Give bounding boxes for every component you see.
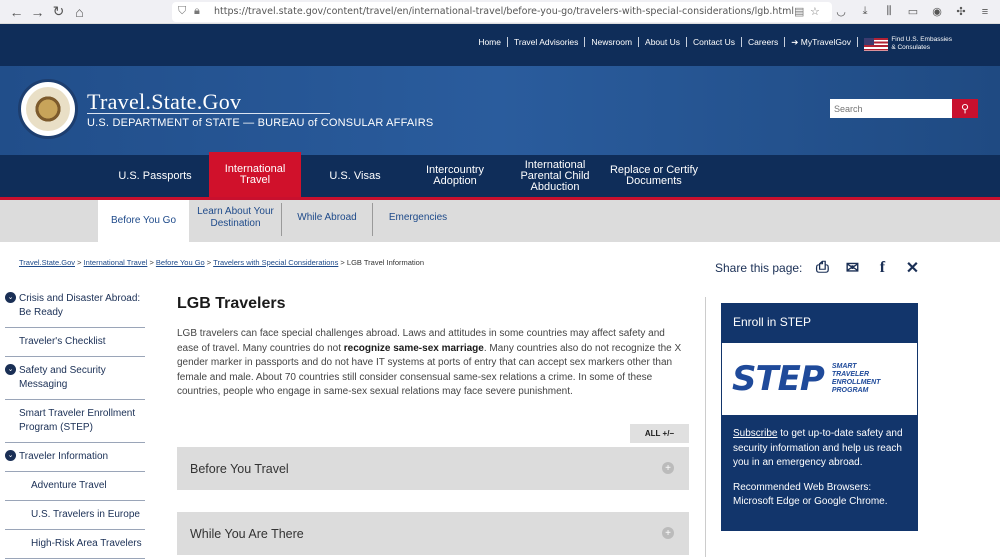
- us-flag-icon[interactable]: [864, 38, 888, 51]
- main-nav: U.S. Passports International Travel U.S.…: [0, 152, 1000, 197]
- sidebar-item-step[interactable]: Smart Traveler Enrollment Program (STEP): [5, 400, 145, 443]
- x-twitter-icon[interactable]: ✕: [902, 259, 922, 277]
- sidebar-item-high-risk-area[interactable]: High-Risk Area Travelers: [5, 530, 145, 559]
- sidebar-toggle-icon[interactable]: ▭: [904, 3, 922, 21]
- sidebar-item-travelers-checklist[interactable]: Traveler's Checklist: [5, 328, 145, 357]
- print-icon[interactable]: ⎙: [812, 259, 832, 277]
- bookmark-star-icon[interactable]: ☆: [810, 5, 826, 18]
- util-link-home[interactable]: Home: [472, 37, 508, 47]
- share-label: Share this page:: [715, 261, 803, 275]
- menu-icon[interactable]: ≡: [976, 3, 994, 21]
- nav-us-passports[interactable]: U.S. Passports: [110, 155, 200, 197]
- chevron-down-icon: ⌄: [5, 364, 16, 375]
- nav-replace-certify-documents[interactable]: Replace or Certify Documents: [605, 155, 703, 197]
- breadcrumb-international-travel[interactable]: International Travel: [84, 258, 148, 267]
- utility-bar: Home Travel Advisories Newsroom About Us…: [0, 24, 1000, 66]
- accordion-while-you-are-there[interactable]: While You Are There +: [177, 512, 689, 555]
- chevron-down-icon: ⌄: [5, 450, 16, 461]
- chevron-down-icon: ⌄: [5, 292, 16, 303]
- library-icon[interactable]: ⫼: [880, 3, 898, 21]
- breadcrumb-special-considerations[interactable]: Travelers with Special Considerations: [213, 258, 338, 267]
- account-icon[interactable]: ◉: [928, 3, 946, 21]
- reader-view-icon[interactable]: ▤: [794, 5, 810, 18]
- sidebar-item-adventure-travel[interactable]: Adventure Travel: [5, 472, 145, 501]
- main-article: LGB Travelers LGB travelers can face spe…: [177, 295, 689, 400]
- breadcrumb-before-you-go[interactable]: Before You Go: [156, 258, 205, 267]
- subnav-learn-about-destination[interactable]: Learn About Your Destination: [190, 200, 281, 236]
- search-button[interactable]: ⚲: [952, 99, 978, 118]
- site-title[interactable]: Travel.State.Gov: [87, 89, 241, 115]
- share-bar: Share this page: ⎙ ✉ f ✕: [715, 259, 922, 277]
- same-sex-marriage-link[interactable]: recognize same-sex marriage: [344, 343, 484, 354]
- sidebar-item-traveler-information[interactable]: ⌄ Traveler Information: [5, 443, 145, 472]
- step-browsers-note: Recommended Web Browsers: Microsoft Edge…: [733, 481, 888, 508]
- breadcrumb-travel-state-gov[interactable]: Travel.State.Gov: [19, 258, 75, 267]
- util-link-travel-advisories[interactable]: Travel Advisories: [508, 37, 586, 47]
- page-title: LGB Travelers: [177, 295, 286, 312]
- sidebar-item-us-travelers-europe[interactable]: U.S. Travelers in Europe: [5, 501, 145, 530]
- address-bar[interactable]: ⛉ 🔒︎ https://travel.state.gov/content/tr…: [172, 1, 832, 22]
- state-department-seal-logo[interactable]: [18, 79, 78, 139]
- download-icon[interactable]: ⤓: [856, 3, 874, 21]
- embassy-link[interactable]: Find U.S. Embassies & Consulates: [891, 36, 952, 52]
- pocket-icon[interactable]: ◡: [832, 3, 850, 21]
- step-logo[interactable]: STEP SMART TRAVELER ENROLLMENT PROGRAM: [722, 343, 917, 415]
- lock-icon: 🔒︎: [194, 5, 200, 17]
- forward-icon[interactable]: →: [27, 1, 48, 23]
- site-subtitle: U.S. DEPARTMENT of STATE — BUREAU of CON…: [87, 117, 434, 129]
- email-icon[interactable]: ✉: [842, 259, 862, 277]
- intro-paragraph: LGB travelers can face special challenge…: [177, 328, 682, 397]
- util-link-contact-us[interactable]: Contact Us: [687, 37, 743, 47]
- column-divider: [705, 297, 706, 557]
- subscribe-link[interactable]: Subscribe: [733, 428, 777, 439]
- subnav-while-abroad[interactable]: While Abroad: [282, 200, 372, 236]
- nav-parental-child-abduction[interactable]: International Parental Child Abduction: [510, 155, 600, 197]
- util-link-newsroom[interactable]: Newsroom: [585, 37, 640, 47]
- sidebar-item-crisis-disaster[interactable]: ⌄ Crisis and Disaster Abroad: Be Ready: [5, 285, 145, 328]
- title-divider: [87, 113, 330, 114]
- site-header: Travel.State.Gov U.S. DEPARTMENT of STAT…: [0, 66, 1000, 155]
- step-heading: Enroll in STEP: [733, 315, 812, 329]
- back-icon[interactable]: ←: [6, 1, 27, 23]
- util-link-about-us[interactable]: About Us: [639, 37, 687, 47]
- login-icon: ➔: [791, 37, 801, 47]
- breadcrumb-current: LGB Travel Information: [346, 258, 425, 267]
- search-icon: ⚲: [960, 103, 970, 115]
- reload-icon[interactable]: ↻: [48, 1, 69, 23]
- util-link-mytravelgov[interactable]: ➔ MyTravelGov: [785, 37, 858, 47]
- left-sidebar: ⌄ Crisis and Disaster Abroad: Be Ready T…: [5, 285, 145, 559]
- subnav-before-you-go[interactable]: Before You Go: [98, 200, 189, 242]
- sidebar-item-safety-security[interactable]: ⌄ Safety and Security Messaging: [5, 357, 145, 400]
- url-text[interactable]: https://travel.state.gov/content/travel/…: [214, 6, 794, 17]
- nav-intercountry-adoption[interactable]: Intercountry Adoption: [410, 155, 500, 197]
- step-enroll-panel: Enroll in STEP STEP SMART TRAVELER ENROL…: [721, 303, 918, 531]
- nav-international-travel[interactable]: International Travel: [209, 152, 301, 197]
- nav-us-visas[interactable]: U.S. Visas: [310, 155, 400, 197]
- breadcrumb: Travel.State.Gov > International Travel …: [19, 258, 425, 267]
- home-icon[interactable]: ⌂: [69, 1, 90, 23]
- util-link-careers[interactable]: Careers: [742, 37, 786, 47]
- extensions-icon[interactable]: ✣: [952, 3, 970, 21]
- facebook-icon[interactable]: f: [872, 259, 892, 277]
- sub-nav: Before You Go Learn About Your Destinati…: [0, 200, 1000, 242]
- plus-circle-icon: +: [662, 462, 674, 474]
- expand-all-button[interactable]: ALL +/−: [630, 424, 689, 443]
- plus-circle-icon: +: [662, 527, 674, 539]
- step-description: Subscribe to get up-to-date safety and s…: [733, 428, 903, 468]
- shield-icon: ⛉: [178, 5, 187, 17]
- subnav-emergencies[interactable]: Emergencies: [373, 200, 463, 236]
- accordion-before-you-travel[interactable]: Before You Travel +: [177, 447, 689, 490]
- browser-toolbar: ← → ↻ ⌂ ⛉ 🔒︎ https://travel.state.gov/co…: [0, 0, 1000, 24]
- search-input[interactable]: [830, 99, 952, 118]
